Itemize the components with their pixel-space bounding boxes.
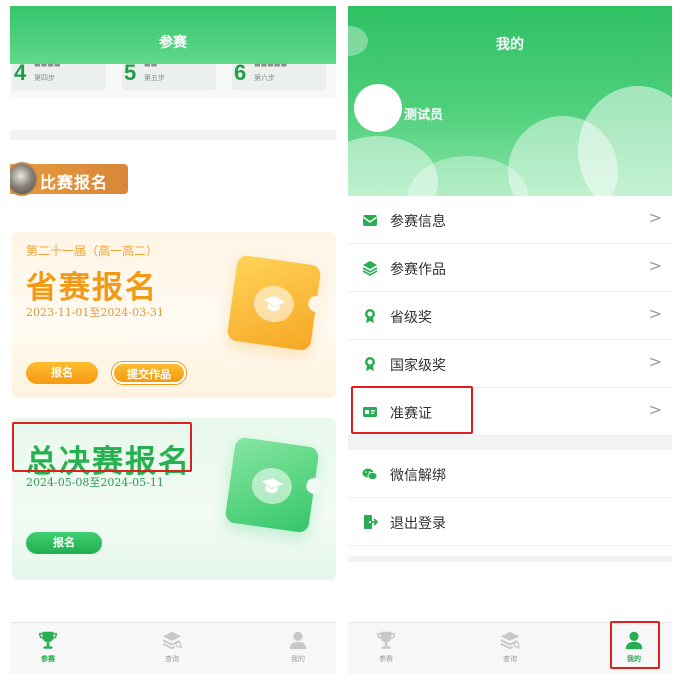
menu-item-national-award[interactable]: 国家级奖 >	[348, 340, 672, 388]
profile-menu: 参赛信息 > 参赛作品 > 省级奖 > 国家级奖 > 准赛证 > 微信解绑 退出…	[348, 196, 672, 562]
chevron-right-icon: >	[648, 208, 662, 227]
step-caption-clipped: ▬▬	[144, 61, 158, 69]
tab-label: 我的	[291, 655, 305, 663]
step-number: 5	[124, 60, 137, 85]
card-subtitle: 第二十一届（高一高二）	[26, 244, 159, 258]
section-divider	[10, 130, 336, 140]
ticket-notch	[307, 294, 326, 313]
menu-label: 省级奖	[390, 310, 432, 326]
tab-label: 参赛	[41, 655, 55, 663]
step-5[interactable]: 5 ▬▬ 第五步	[122, 60, 216, 90]
step-label: 第五步	[144, 74, 165, 82]
step-6[interactable]: 6 ▬▬▬▬▬ 第六步	[232, 60, 326, 90]
highlight-box	[12, 422, 192, 472]
submit-work-button[interactable]: 提交作品	[112, 362, 186, 384]
bottom-tab-bar: 参赛 查询 我的	[10, 622, 336, 674]
provincial-registration-card: 第二十一届（高一高二） 省赛报名 2023-11-01至2024-03-31 报…	[12, 232, 336, 398]
ticket-illustration	[226, 254, 326, 352]
graduation-cap-icon	[251, 283, 297, 325]
award-icon	[365, 357, 375, 371]
chevron-right-icon: >	[648, 400, 662, 419]
menu-item-logout[interactable]: 退出登录	[348, 498, 672, 546]
card-dates: 2024-05-08至2024-05-11	[26, 476, 164, 489]
steps-strip: 4 ▬▬▬▬ 第四步 5 ▬▬ 第五步 6 ▬▬▬▬▬ 第六步	[10, 60, 336, 98]
stack-search-icon	[162, 631, 183, 650]
card-title: 省赛报名	[26, 270, 158, 306]
trophy-icon	[39, 631, 57, 649]
logout-icon	[364, 515, 378, 529]
menu-divider	[348, 556, 672, 562]
chevron-right-icon: >	[648, 352, 662, 371]
page-title: 我的	[496, 37, 524, 53]
highlight-box	[351, 386, 473, 434]
highlight-box	[610, 621, 660, 669]
left-screen-competition: 参赛 4 ▬▬▬▬ 第四步 5 ▬▬ 第五步 6 ▬▬▬▬▬ 第六步 比赛报名 …	[10, 6, 336, 674]
step-4[interactable]: 4 ▬▬▬▬ 第四步	[12, 60, 106, 90]
envelope-icon	[362, 215, 378, 226]
page-title: 参赛	[159, 35, 187, 51]
step-caption-clipped: ▬▬▬▬	[34, 61, 61, 69]
menu-label: 参赛作品	[390, 262, 446, 278]
bottom-tab-bar: 参赛 查询 我的	[348, 621, 672, 674]
ticket-notch	[305, 476, 324, 495]
step-label: 第六步	[254, 74, 275, 82]
step-number: 6	[234, 60, 247, 85]
tab-query[interactable]: 查询	[142, 629, 202, 673]
menu-spacer	[348, 546, 672, 556]
menu-label: 退出登录	[390, 516, 446, 532]
user-icon	[289, 631, 307, 650]
card-dates: 2023-11-01至2024-03-31	[26, 306, 164, 319]
menu-item-unbind-wechat[interactable]: 微信解绑	[348, 450, 672, 498]
menu-divider	[348, 436, 672, 450]
cloud-decoration	[578, 86, 672, 196]
provincial-register-button[interactable]: 报名	[26, 362, 98, 384]
mascot-avatar	[10, 162, 38, 196]
section-header-registration: 比赛报名	[10, 162, 128, 196]
tab-query[interactable]: 查询	[480, 629, 540, 673]
ticket-illustration	[224, 436, 324, 534]
tab-mine[interactable]: 我的	[268, 629, 328, 673]
menu-label: 国家级奖	[390, 358, 446, 374]
chevron-right-icon: >	[648, 304, 662, 323]
tab-competition[interactable]: 参赛	[18, 629, 78, 673]
tab-label: 查询	[503, 655, 517, 663]
header-bar: 参赛	[10, 6, 336, 64]
username: 测试员	[404, 108, 444, 123]
layers-icon	[362, 261, 378, 276]
section-title: 比赛报名	[40, 173, 109, 192]
menu-label: 参赛信息	[390, 214, 446, 230]
tab-competition[interactable]: 参赛	[356, 629, 416, 673]
menu-item-participation-info[interactable]: 参赛信息 >	[348, 196, 672, 244]
final-register-button[interactable]: 报名	[26, 532, 102, 554]
step-caption-clipped: ▬▬▬▬▬	[254, 61, 288, 69]
stack-search-icon	[500, 631, 521, 650]
tab-label: 查询	[165, 655, 179, 663]
menu-item-works[interactable]: 参赛作品 >	[348, 244, 672, 292]
menu-item-provincial-award[interactable]: 省级奖 >	[348, 292, 672, 340]
menu-label: 微信解绑	[390, 468, 446, 484]
profile-header: 我的 测试员	[348, 6, 672, 196]
step-number: 4	[14, 60, 27, 85]
step-label: 第四步	[34, 74, 55, 82]
trophy-icon	[377, 631, 395, 649]
tab-label: 参赛	[379, 655, 393, 663]
graduation-cap-icon	[249, 465, 295, 507]
award-icon	[365, 309, 375, 323]
wechat-icon	[362, 468, 378, 480]
chevron-right-icon: >	[648, 256, 662, 275]
right-screen-mine: 我的 测试员 参赛信息 > 参赛作品 > 省级奖 > 国家级奖 > 准赛证 >	[348, 6, 672, 674]
avatar[interactable]	[354, 84, 402, 132]
